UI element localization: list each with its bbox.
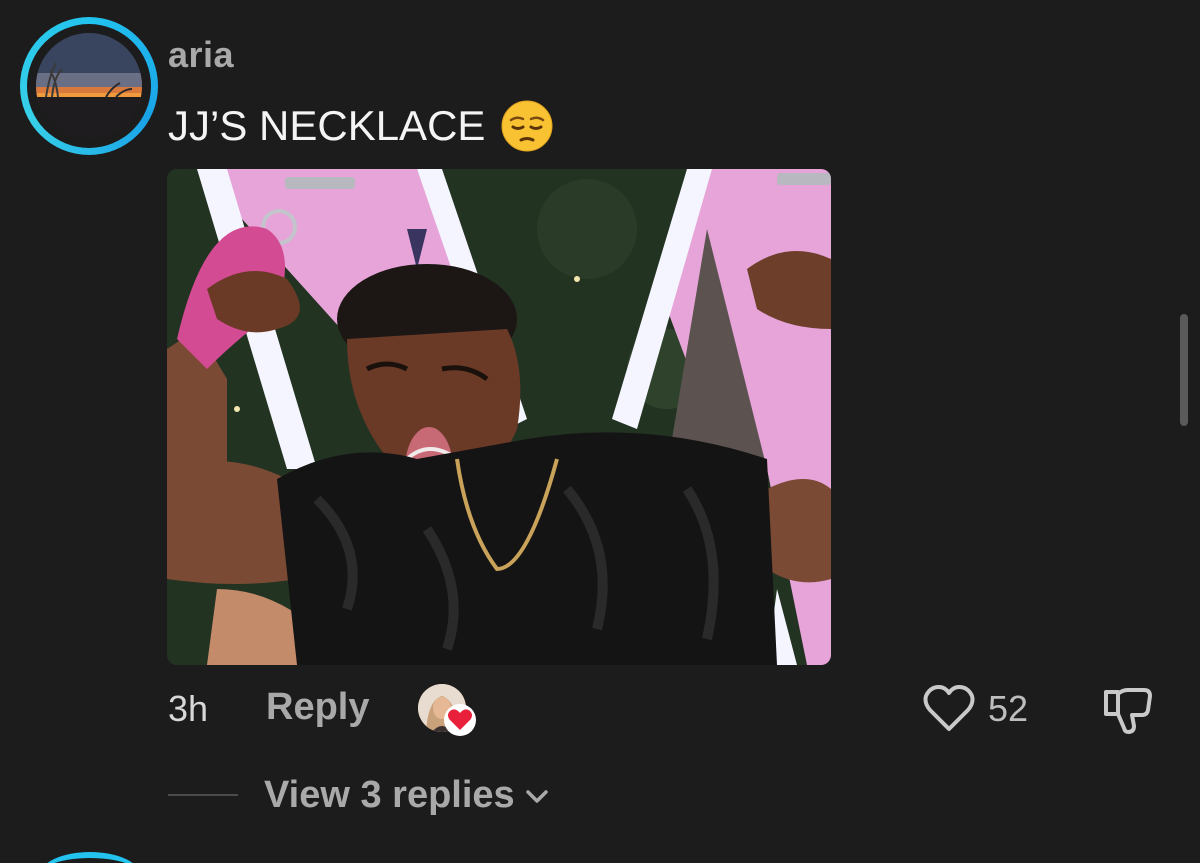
view-replies-label: View 3 replies [264,774,515,816]
view-replies-button[interactable]: View 3 replies [264,774,551,817]
comment-text: JJ’S NECKLACE [168,102,486,149]
like-count: 52 [988,688,1029,729]
next-comment-avatar[interactable] [40,852,140,863]
comment-screen: aria JJ’S NECKLACE 3h Reply 52 View 3 re… [0,0,1200,863]
red-heart-icon [444,704,476,736]
chevron-down-icon [525,789,548,803]
comment-attached-image[interactable] [167,169,831,665]
avatar-ring-gap [27,24,151,148]
pensive-face-emoji [501,100,553,152]
avatar-sunset-photo [36,33,142,139]
heart-outline-icon[interactable] [922,684,976,734]
comment-timestamp: 3h [168,688,209,729]
comment-username[interactable]: aria [168,34,234,76]
comment-body: JJ’S NECKLACE [168,100,553,152]
scrollbar-thumb[interactable] [1180,314,1188,426]
user-avatar[interactable] [20,17,158,155]
reply-button[interactable]: Reply [266,686,369,729]
thumbs-down-icon[interactable] [1100,682,1156,738]
creator-liked-badge [418,684,478,736]
replies-divider [168,794,238,796]
